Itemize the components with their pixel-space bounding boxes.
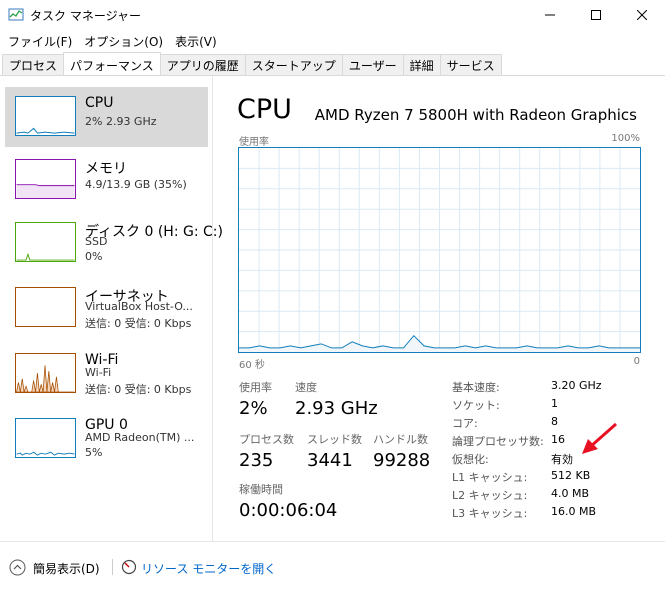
wifi-thumbnail-graph — [15, 353, 76, 393]
sidebar-item-label: CPU — [85, 95, 114, 111]
tab-services[interactable]: サービス — [439, 54, 502, 75]
menu-bar: ファイル(F) オプション(O) 表示(V) — [0, 30, 665, 52]
sidebar-item-cpu[interactable]: CPU 2% 2.93 GHz — [5, 87, 208, 147]
spec-l1-label: L1 キャッシュ: — [452, 471, 528, 484]
speed-value: 2.93 GHz — [295, 398, 378, 419]
sidebar-item-detail: 4.9/13.9 GB (35%) — [85, 178, 187, 191]
chevron-up-circle-icon[interactable] — [9, 559, 26, 576]
open-resource-monitor-link[interactable]: リソース モニターを開く — [141, 560, 276, 577]
minimize-icon — [545, 14, 555, 16]
close-button[interactable] — [619, 0, 665, 30]
task-manager-icon — [8, 8, 24, 21]
spec-logical-label: 論理プロセッサ数: — [452, 435, 544, 448]
tab-app-history[interactable]: アプリの履歴 — [159, 54, 246, 75]
uptime-label: 稼働時間 — [239, 483, 283, 496]
cpu-usage-graph — [238, 147, 641, 353]
menu-view[interactable]: 表示(V) — [169, 30, 223, 52]
sidebar-item-detail-2: 0% — [85, 250, 103, 263]
handles-value: 99288 — [373, 450, 431, 471]
tab-startup[interactable]: スタートアップ — [244, 54, 343, 75]
maximize-icon — [591, 10, 601, 20]
tab-bar: プロセス パフォーマンス アプリの履歴 スタートアップ ユーザー 詳細 サービス — [0, 52, 665, 76]
menu-options[interactable]: オプション(O) — [78, 30, 169, 52]
sidebar-item-detail: VirtualBox Host-O... — [85, 300, 193, 313]
sidebar-item-detail-2: 送信: 0 受信: 0 Kbps — [85, 383, 192, 396]
tab-performance[interactable]: パフォーマンス — [63, 52, 161, 75]
graph-y-label: 使用率 — [239, 137, 269, 148]
sidebar-item-detail: SSD — [85, 235, 108, 248]
cpu-model-name: AMD Ryzen 7 5800H with Radeon Graphics — [314, 106, 637, 124]
sidebar-item-detail: 2% 2.93 GHz — [85, 115, 157, 128]
menu-file[interactable]: ファイル(F) — [2, 30, 78, 52]
fewer-details-button[interactable]: 簡易表示(D) — [33, 560, 100, 577]
sidebar-item-wifi[interactable]: Wi-Fi Wi-Fi 送信: 0 受信: 0 Kbps — [5, 344, 208, 404]
close-icon — [637, 10, 647, 20]
spec-l3-label: L3 キャッシュ: — [452, 507, 528, 520]
spec-cores-label: コア: — [452, 417, 478, 430]
tab-users[interactable]: ユーザー — [341, 54, 404, 75]
spec-l1-value: 512 KB — [551, 469, 591, 482]
disk-thumbnail-graph — [15, 222, 76, 262]
title-bar: タスク マネージャー — [0, 0, 665, 30]
sidebar-item-gpu[interactable]: GPU 0 AMD Radeon(TM) ... 5% — [5, 409, 208, 469]
footer-divider — [112, 559, 113, 575]
spec-base-speed-value: 3.20 GHz — [551, 379, 602, 392]
graph-x-span: 60 秒 — [239, 360, 265, 371]
speed-label: 速度 — [295, 381, 317, 394]
sidebar-item-detail: Wi-Fi — [85, 366, 112, 379]
sidebar-item-disk[interactable]: ディスク 0 (H: G: C:) SSD 0% — [5, 213, 223, 273]
spec-virtualization-label: 仮想化: — [452, 453, 489, 466]
spec-logical-value: 16 — [551, 433, 565, 446]
handles-label: ハンドル数 — [373, 433, 428, 446]
spec-l2-value: 4.0 MB — [551, 487, 590, 500]
spec-sockets-value: 1 — [551, 397, 558, 410]
resource-list: CPU 2% 2.93 GHz メモリ 4.9/13.9 GB (35%) ディ… — [0, 76, 223, 541]
spec-l2-label: L2 キャッシュ: — [452, 489, 528, 502]
sidebar-item-ethernet[interactable]: イーサネット VirtualBox Host-O... 送信: 0 受信: 0 … — [5, 278, 208, 338]
spec-base-speed-label: 基本速度: — [452, 381, 500, 394]
red-arrow-annotation-icon — [582, 422, 617, 454]
ethernet-thumbnail-graph — [15, 287, 76, 327]
window-title: タスク マネージャー — [30, 9, 141, 23]
sidebar-item-label: メモリ — [85, 161, 127, 177]
graph-x-end: 0 — [633, 356, 640, 367]
sidebar-item-detail-2: 送信: 0 受信: 0 Kbps — [85, 317, 192, 330]
cpu-thumbnail-graph — [15, 96, 76, 136]
sidebar-item-memory[interactable]: メモリ 4.9/13.9 GB (35%) — [5, 150, 208, 210]
uptime-value: 0:00:06:04 — [239, 500, 338, 521]
sidebar-item-detail: AMD Radeon(TM) ... — [85, 431, 195, 444]
tab-processes[interactable]: プロセス — [2, 54, 65, 75]
graph-y-max: 100% — [611, 133, 640, 144]
spec-l3-value: 16.0 MB — [551, 505, 597, 518]
resource-monitor-icon[interactable] — [121, 559, 137, 575]
spec-sockets-label: ソケット: — [452, 399, 500, 412]
performance-content: CPU 2% 2.93 GHz メモリ 4.9/13.9 GB (35%) ディ… — [0, 76, 665, 541]
usage-value: 2% — [239, 398, 268, 419]
tab-details[interactable]: 詳細 — [402, 54, 441, 75]
gpu-thumbnail-graph — [15, 418, 76, 458]
footer: 簡易表示(D) リソース モニターを開く — [0, 541, 665, 591]
sidebar-item-detail-2: 5% — [85, 446, 103, 459]
spec-virtualization-value: 有効 — [551, 453, 573, 466]
memory-thumbnail-graph — [15, 159, 76, 199]
threads-value: 3441 — [307, 450, 353, 471]
threads-label: スレッド数 — [307, 433, 362, 446]
processes-label: プロセス数 — [239, 433, 294, 446]
maximize-button[interactable] — [573, 0, 619, 30]
processes-value: 235 — [239, 450, 274, 471]
usage-label: 使用率 — [239, 381, 272, 394]
minimize-button[interactable] — [527, 0, 573, 30]
spec-cores-value: 8 — [551, 415, 558, 428]
page-title: CPU — [237, 94, 292, 125]
